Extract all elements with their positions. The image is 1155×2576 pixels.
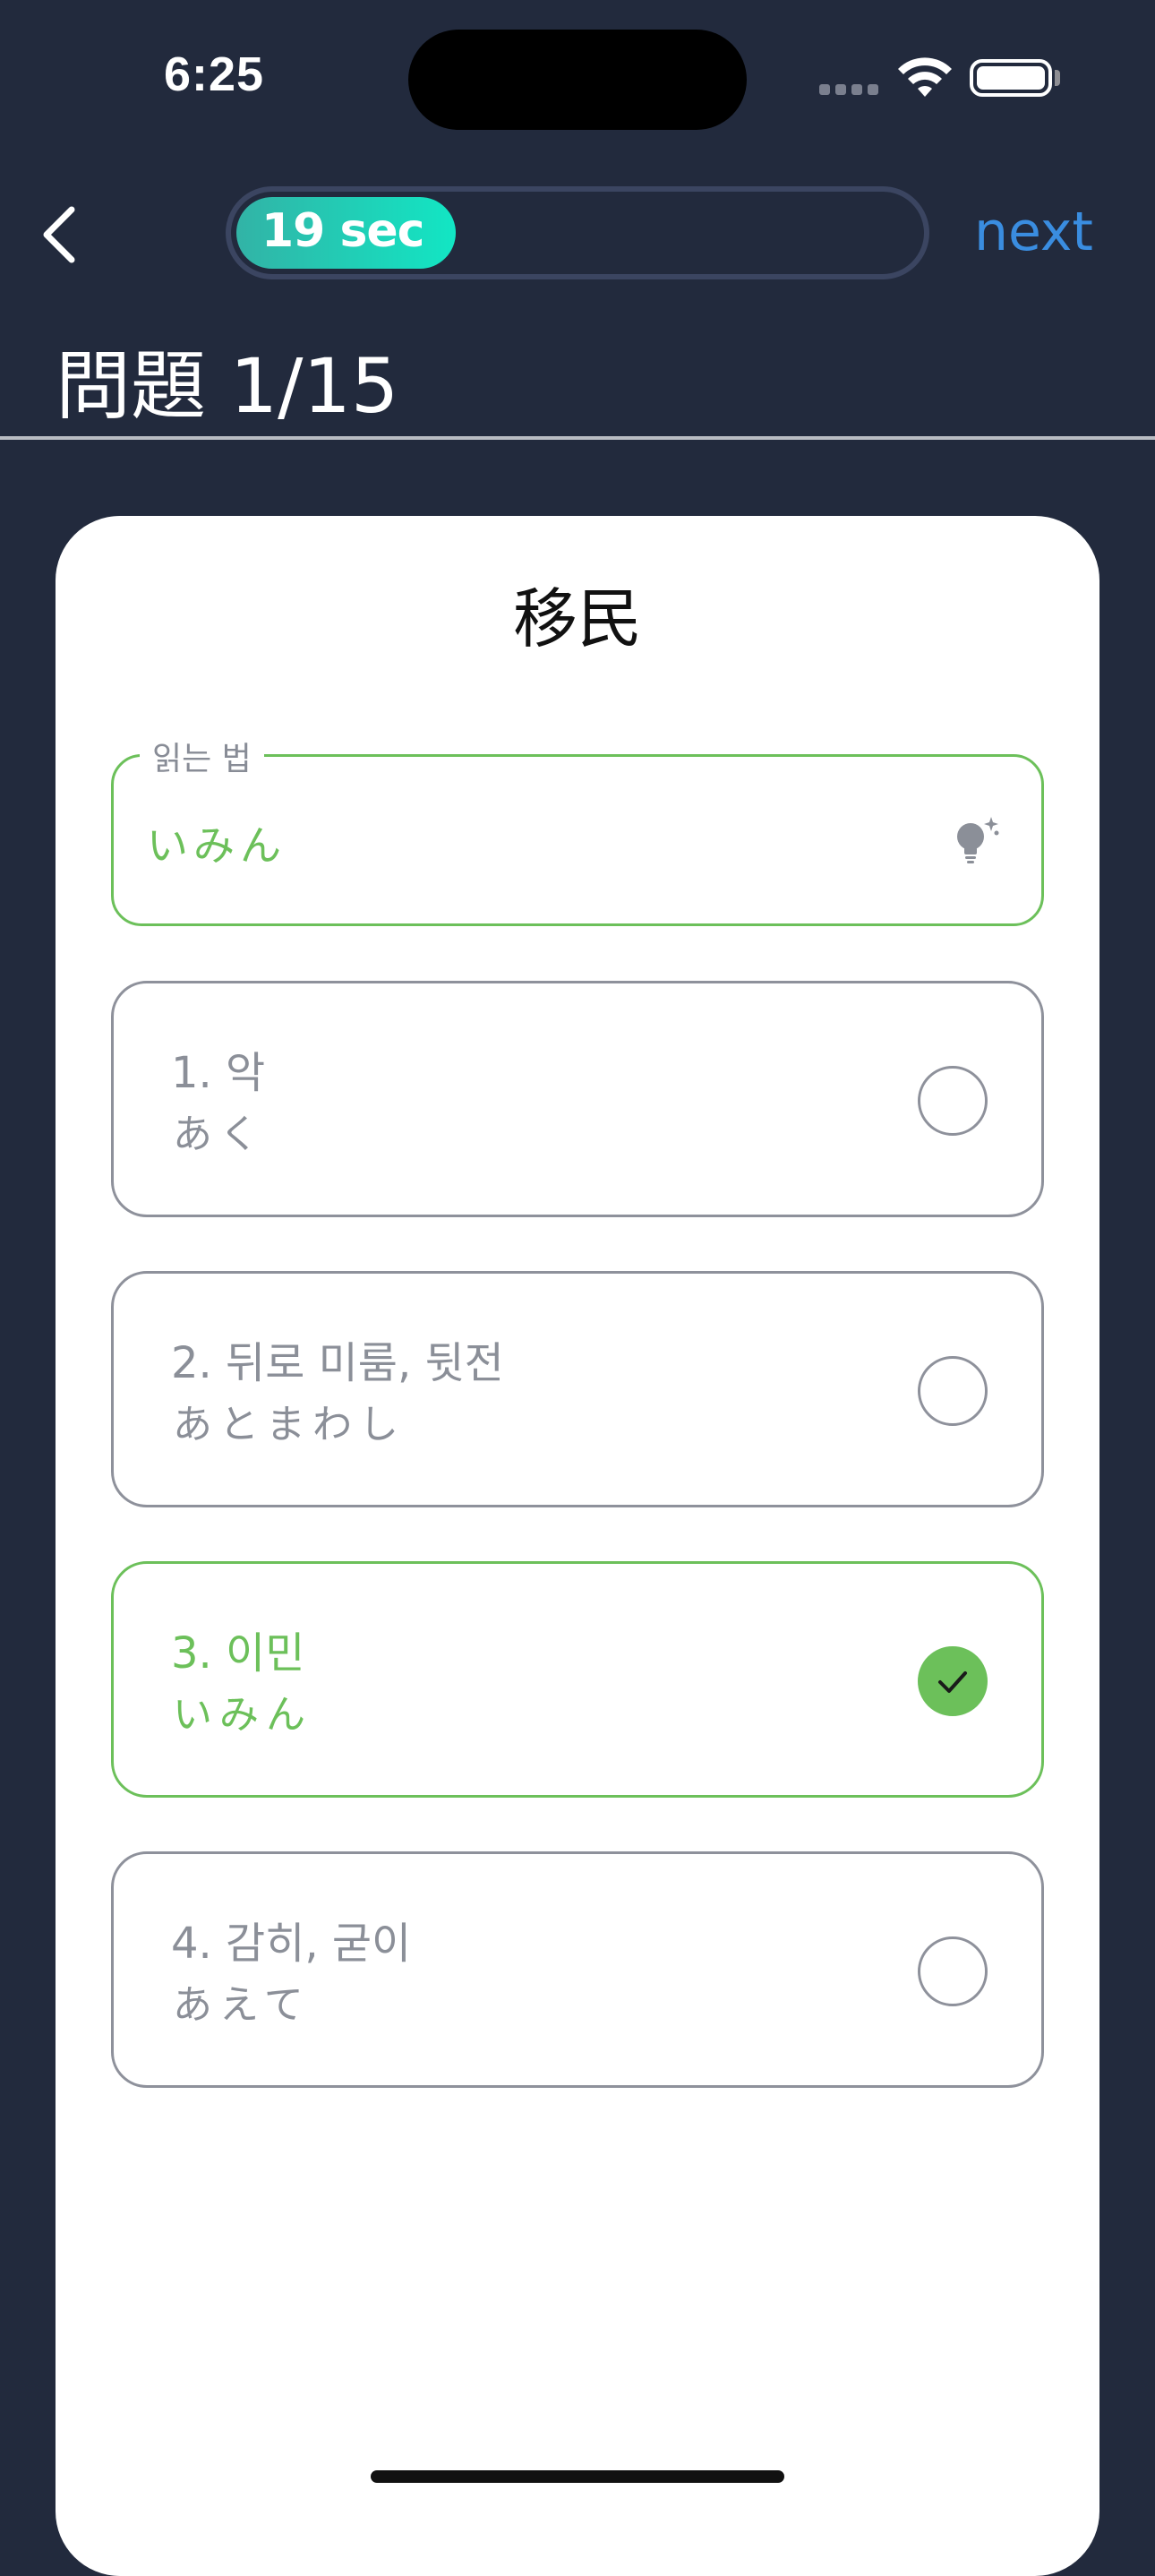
radio-unchecked-icon[interactable] — [918, 1066, 988, 1136]
reading-field-label: 읽는 법 — [140, 733, 264, 779]
radio-unchecked-icon[interactable] — [918, 1356, 988, 1426]
answer-option-text: 1. 악 — [171, 1048, 266, 1098]
answer-option-reading: あく — [173, 1112, 266, 1157]
answer-option-1[interactable]: 1. 악 あく — [111, 981, 1044, 1217]
dynamic-island — [408, 30, 747, 130]
question-word: 移民 — [512, 581, 642, 657]
battery-cap — [1055, 70, 1060, 86]
answer-option-reading: あえて — [173, 1982, 311, 2028]
next-button[interactable]: next — [974, 201, 1093, 263]
question-counter: 問題 1/15 — [56, 342, 399, 430]
checkmark-icon — [938, 1671, 967, 1693]
home-indicator — [371, 2470, 784, 2483]
back-chevron-icon[interactable] — [32, 199, 90, 270]
wifi-icon — [898, 57, 952, 97]
answer-option-reading: いみん — [173, 1692, 312, 1738]
answer-option-text: 4. 감히, 굳이 — [171, 1919, 412, 1969]
answer-option-text: 3. 이민 — [171, 1628, 305, 1679]
battery-icon — [970, 59, 1052, 97]
timer-progress-bar: 19 sec — [226, 186, 929, 279]
answer-option-3[interactable]: 3. 이민 いみん — [111, 1561, 1044, 1798]
header-divider — [0, 436, 1155, 440]
answer-option-text: 2. 뒤로 미룸, 뒷전 — [171, 1338, 504, 1388]
reading-field-value: いみん — [147, 821, 287, 870]
cellular-signal-icon — [819, 84, 878, 95]
radio-unchecked-icon[interactable] — [918, 1936, 988, 2006]
radio-checked-icon[interactable] — [918, 1646, 988, 1716]
answer-option-reading: あとまわし — [173, 1402, 406, 1447]
timer-label: 19 sec — [261, 204, 425, 258]
hint-lightbulb-icon[interactable] — [951, 813, 1001, 869]
answer-option-2[interactable]: 2. 뒤로 미룸, 뒷전 あとまわし — [111, 1271, 1044, 1507]
status-time: 6:25 — [164, 47, 265, 101]
answer-option-4[interactable]: 4. 감히, 굳이 あえて — [111, 1851, 1044, 2088]
